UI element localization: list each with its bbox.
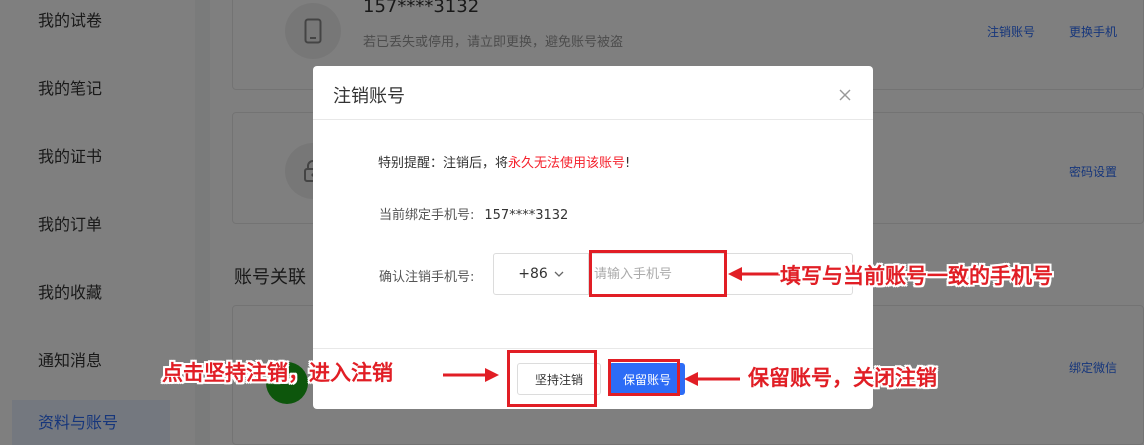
- bound-phone-value: 157****3132: [484, 208, 569, 223]
- keep-button-highlight-box: [608, 359, 680, 396]
- bound-phone-label: 当前绑定手机号:: [379, 208, 475, 223]
- warning-prefix: 特别提醒：注销后，将: [378, 156, 509, 171]
- confirm-phone-label: 确认注销手机号:: [379, 270, 475, 285]
- arrow-left-icon: [684, 372, 740, 386]
- modal-header-divider: [313, 119, 873, 120]
- modal-title: 注销账号: [333, 86, 405, 107]
- warning-suffix: !: [625, 156, 631, 171]
- chevron-down-icon: [554, 271, 564, 277]
- insist-annotation-note: 点击坚持注销，进入注销: [162, 360, 393, 385]
- keep-annotation-note: 保留账号，关闭注销: [748, 365, 937, 390]
- close-icon[interactable]: [838, 88, 852, 102]
- input-annotation-note: 填写与当前账号一致的手机号: [780, 263, 1053, 288]
- warning-emphasis: 永久无法使用该账号: [508, 156, 626, 171]
- arrow-left-icon: [728, 267, 780, 281]
- country-code-select[interactable]: +86: [494, 254, 589, 294]
- cancel-warning: 特别提醒：注销后，将永久无法使用该账号!: [378, 152, 630, 171]
- input-highlight-box: [589, 250, 727, 297]
- insist-button-highlight-box: [507, 350, 597, 407]
- modal-footer-divider: [313, 348, 873, 349]
- country-code-value: +86: [518, 266, 548, 282]
- bound-phone-row: 当前绑定手机号: 157****3132: [379, 204, 568, 223]
- arrow-right-icon: [443, 368, 499, 382]
